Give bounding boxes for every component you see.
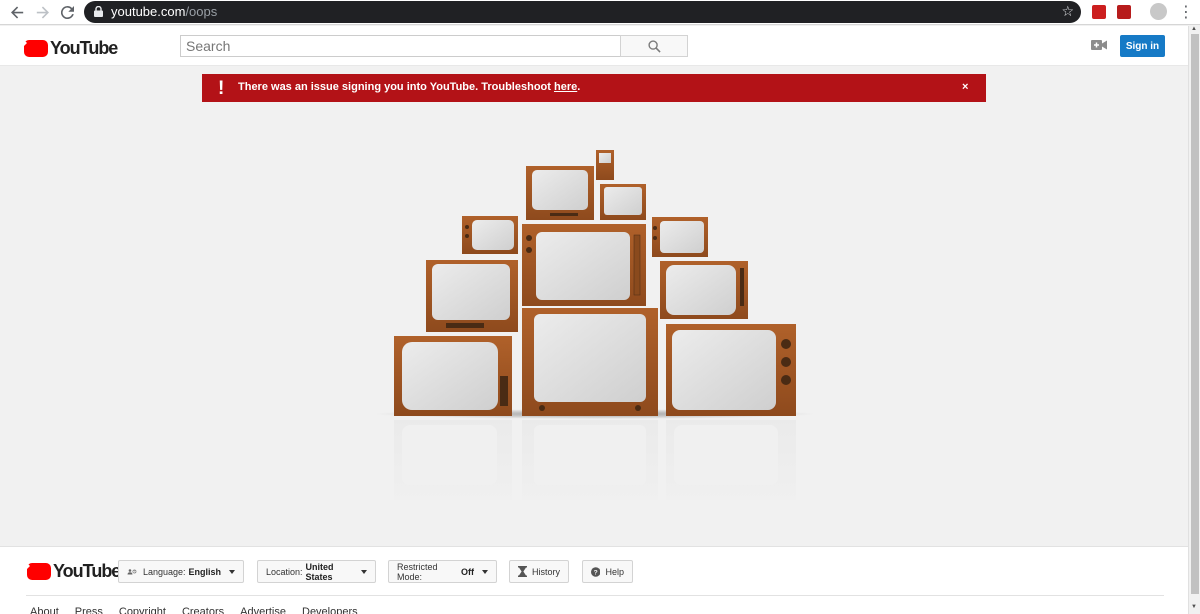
search-field[interactable] [180, 35, 621, 57]
tv [666, 324, 796, 416]
hourglass-icon [518, 566, 527, 577]
back-arrow-icon[interactable] [8, 3, 26, 21]
footer-link-press[interactable]: Press [75, 606, 103, 614]
footer-youtube-logo[interactable]: YouTube [27, 561, 121, 582]
reload-icon[interactable] [58, 3, 76, 21]
tv [526, 166, 594, 220]
close-alert-icon[interactable]: × [962, 81, 968, 93]
chevron-down-icon [482, 569, 488, 574]
language-people-icon: ? [127, 568, 137, 574]
search-input[interactable] [181, 36, 620, 56]
footer-links: About Press Copyright Creators Advertise… [30, 606, 358, 614]
search-icon [647, 39, 661, 53]
tv [596, 150, 614, 180]
footer-link-developers[interactable]: Developers [302, 606, 358, 614]
footer-link-copyright[interactable]: Copyright [119, 606, 166, 614]
browser-toolbar: youtube.com/oops ☆ ⋮ [0, 0, 1200, 25]
svg-text:?: ? [134, 570, 136, 573]
address-bar[interactable]: youtube.com/oops ☆ [84, 1, 1081, 23]
masthead: YouTube Sign in [0, 26, 1188, 66]
history-button[interactable]: History [509, 560, 569, 583]
help-button[interactable]: ? Help [582, 560, 633, 583]
chevron-down-icon [361, 569, 367, 574]
play-logo-icon [24, 40, 48, 57]
scrollbar-thumb[interactable] [1191, 34, 1199, 594]
upload-video-icon[interactable] [1091, 39, 1107, 51]
footer: YouTube ? Language: English Location: Unit… [0, 546, 1188, 614]
tv [462, 216, 518, 254]
oops-tv-illustration [370, 150, 820, 520]
scroll-down-icon[interactable]: ▼ [1191, 604, 1197, 610]
tv [522, 224, 646, 306]
browser-menu-icon[interactable]: ⋮ [1178, 2, 1194, 22]
troubleshoot-link[interactable]: here [554, 81, 577, 93]
lock-icon [94, 6, 103, 17]
footer-link-creators[interactable]: Creators [182, 606, 224, 614]
language-button[interactable]: ? Language: English [118, 560, 244, 583]
restricted-mode-button[interactable]: Restricted Mode: Off [388, 560, 497, 583]
tv [426, 260, 518, 332]
tv [660, 261, 748, 319]
exclamation-icon: ! [218, 78, 225, 99]
play-logo-icon [27, 563, 51, 580]
url-text: youtube.com/oops [111, 4, 218, 19]
page-scrollbar[interactable]: ▲ ▼ [1188, 26, 1200, 614]
location-button[interactable]: Location: United States [257, 560, 376, 583]
bookmark-star-icon[interactable]: ☆ [1061, 3, 1074, 20]
footer-link-advertise[interactable]: Advertise [240, 606, 286, 614]
tv [394, 336, 512, 416]
svg-text:?: ? [594, 569, 598, 576]
footer-divider [26, 595, 1164, 596]
search-button[interactable] [620, 35, 688, 57]
tv [652, 217, 708, 257]
youtube-logo[interactable]: YouTube [24, 38, 118, 59]
help-question-icon: ? [591, 566, 601, 577]
sign-in-button[interactable]: Sign in [1120, 35, 1165, 57]
scroll-up-icon[interactable]: ▲ [1191, 26, 1197, 32]
sign-in-error-alert: ! There was an issue signing you into Yo… [202, 74, 986, 102]
profile-avatar-icon[interactable] [1150, 3, 1167, 20]
extension-chart-icon[interactable] [1117, 5, 1131, 19]
alert-message: There was an issue signing you into YouT… [238, 81, 581, 93]
extension-icon[interactable] [1092, 5, 1106, 19]
tv [600, 184, 646, 220]
chevron-down-icon [229, 569, 235, 574]
footer-link-about[interactable]: About [30, 606, 59, 614]
forward-arrow-icon[interactable] [33, 3, 51, 21]
tv [522, 308, 658, 416]
